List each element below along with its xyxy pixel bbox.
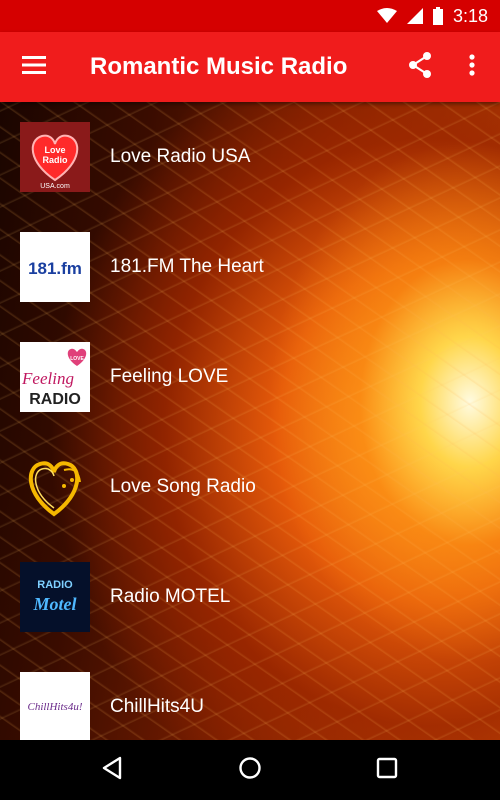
menu-icon bbox=[22, 55, 46, 79]
love-radio-usa-logo: Love Radio USA.com bbox=[20, 122, 90, 192]
logo-text: Love bbox=[44, 145, 65, 155]
station-item-181fm[interactable]: 181.fm 181.FM The Heart bbox=[0, 212, 500, 322]
status-bar: 3:18 bbox=[0, 0, 500, 32]
station-name: Feeling LOVE bbox=[110, 366, 229, 387]
logo-text: Feeling bbox=[21, 369, 74, 388]
station-item-radio-motel[interactable]: RADIO Motel Radio MOTEL bbox=[0, 542, 500, 652]
station-name: Love Song Radio bbox=[110, 476, 256, 497]
more-vert-icon bbox=[469, 53, 475, 81]
feeling-love-logo: LOVE Feeling RADIO bbox=[20, 342, 90, 412]
app-title: Romantic Music Radio bbox=[90, 53, 348, 80]
station-name: Love Radio USA bbox=[110, 146, 251, 167]
recents-square-icon bbox=[376, 757, 398, 784]
station-name: 181.FM The Heart bbox=[110, 256, 264, 277]
logo-text: Radio bbox=[42, 155, 68, 165]
station-list[interactable]: Love Radio USA.com Love Radio USA 181.fm… bbox=[0, 102, 500, 740]
cell-signal-icon bbox=[406, 8, 423, 24]
logo-text: Motel bbox=[33, 594, 77, 614]
menu-button[interactable] bbox=[14, 47, 54, 87]
wifi-icon bbox=[376, 8, 397, 24]
app-bar: Romantic Music Radio bbox=[0, 32, 500, 102]
181fm-logo: 181.fm bbox=[20, 232, 90, 302]
logo-text: ChillHits4u! bbox=[27, 701, 82, 713]
logo-text: RADIO bbox=[29, 391, 81, 408]
station-name: ChillHits4U bbox=[110, 696, 204, 717]
share-icon bbox=[408, 51, 432, 83]
golden-heart-logo bbox=[20, 452, 90, 522]
station-item-love-radio-usa[interactable]: Love Radio USA.com Love Radio USA bbox=[0, 102, 500, 212]
logo-text: 181.fm bbox=[28, 259, 82, 278]
recents-button[interactable] bbox=[367, 750, 407, 790]
logo-text: RADIO bbox=[37, 579, 73, 591]
share-button[interactable] bbox=[400, 47, 440, 87]
navigation-bar bbox=[0, 740, 500, 800]
station-item-chillhits4u[interactable]: ChillHits4u! ChillHits4U bbox=[0, 652, 500, 740]
station-item-love-song-radio[interactable]: Love Song Radio bbox=[0, 432, 500, 542]
back-button[interactable] bbox=[92, 750, 132, 790]
logo-text: LOVE bbox=[70, 356, 84, 362]
radio-motel-logo: RADIO Motel bbox=[20, 562, 90, 632]
home-button[interactable] bbox=[230, 750, 270, 790]
status-time: 3:18 bbox=[452, 5, 488, 26]
battery-icon bbox=[432, 7, 443, 25]
home-circle-icon bbox=[238, 756, 262, 785]
logo-text: USA.com bbox=[40, 183, 70, 190]
more-options-button[interactable] bbox=[452, 47, 492, 87]
chillhits4u-logo: ChillHits4u! bbox=[20, 672, 90, 740]
back-triangle-icon bbox=[101, 756, 123, 785]
station-item-feeling-love[interactable]: LOVE Feeling RADIO Feeling LOVE bbox=[0, 322, 500, 432]
station-name: Radio MOTEL bbox=[110, 586, 231, 607]
